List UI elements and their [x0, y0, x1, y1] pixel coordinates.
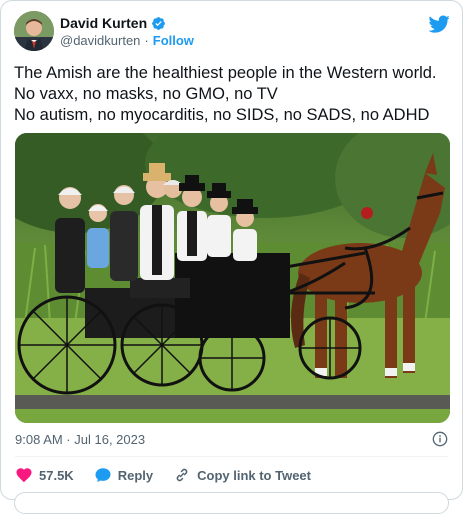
reply-bubble-icon [95, 468, 111, 483]
author-handle[interactable]: @davidkurten [60, 33, 140, 48]
tweet-line: No autism, no myocarditis, no SIDS, no S… [14, 106, 430, 124]
heart-icon [16, 468, 32, 483]
like-count: 57.5K [39, 467, 74, 483]
separator-dot: · [144, 33, 149, 48]
reply-button[interactable]: Reply [94, 466, 153, 484]
author-name[interactable]: David Kurten [60, 15, 147, 31]
tweet-timestamp[interactable]: 9:08 AM · Jul 16, 2023 [15, 432, 145, 447]
tweet-line: The Amish are the healthiest people in t… [14, 64, 437, 82]
reply-label: Reply [117, 467, 154, 483]
tweet-card[interactable]: David Kurten @davidkurten · Follow The A… [0, 0, 463, 500]
like-button[interactable]: 57.5K [15, 466, 74, 484]
read-replies-button[interactable] [14, 492, 449, 514]
twitter-bird-icon[interactable] [428, 13, 450, 35]
tweet-text: The Amish are the healthiest people in t… [14, 63, 452, 126]
tweet-line: No vaxx, no masks, no GMO, no TV [14, 85, 278, 103]
tweet-photo[interactable] [15, 133, 450, 423]
divider [15, 456, 448, 457]
verified-badge-icon [152, 16, 166, 30]
copy-link-button[interactable]: Copy link to Tweet [173, 466, 311, 484]
link-icon [176, 468, 188, 482]
tweet-header: David Kurten @davidkurten · Follow [14, 11, 450, 53]
copy-link-label: Copy link to Tweet [197, 467, 311, 483]
info-icon[interactable] [432, 431, 448, 447]
follow-button[interactable]: Follow [153, 33, 194, 48]
avatar[interactable] [14, 11, 54, 51]
tweet-actions: 57.5K Reply Copy link to Tweet [15, 466, 331, 484]
